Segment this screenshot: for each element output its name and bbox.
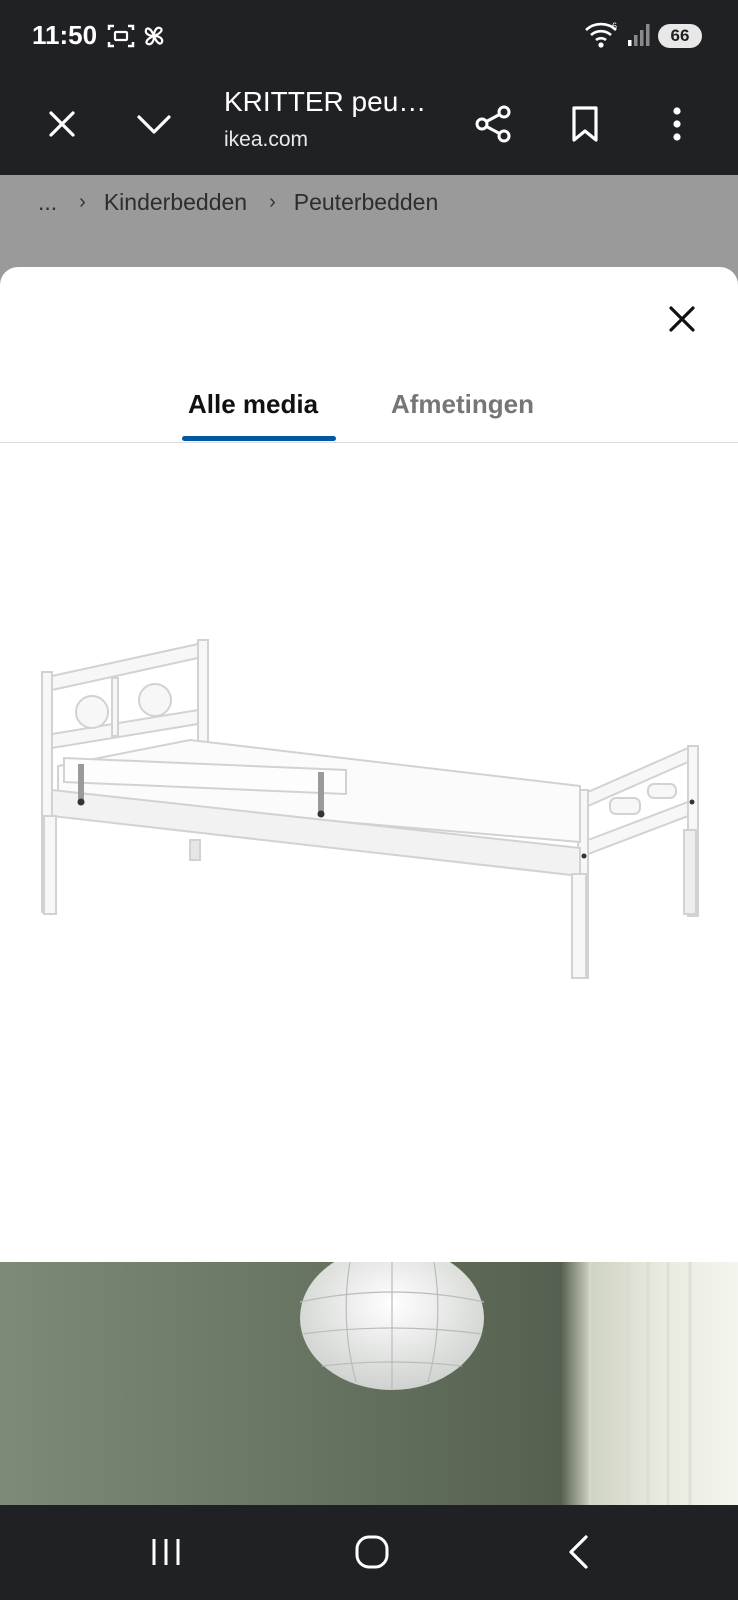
share-button[interactable]	[463, 94, 523, 154]
system-navigation-bar	[0, 1505, 738, 1600]
chevron-right-icon: ›	[79, 191, 86, 213]
breadcrumb-item-peuterbedden[interactable]: Peuterbedden	[294, 189, 439, 216]
share-icon	[475, 105, 511, 143]
recent-apps-button[interactable]	[136, 1527, 196, 1577]
close-icon	[669, 306, 695, 332]
svg-text:6: 6	[612, 21, 617, 31]
close-sheet-button[interactable]	[654, 291, 710, 347]
custom-tab-bar: KRITTER peu… ikea.com	[0, 72, 738, 175]
breadcrumb-ellipsis[interactable]: ...	[38, 189, 57, 216]
pinwheel-icon	[140, 22, 168, 55]
back-icon	[569, 1535, 588, 1569]
room-photo[interactable]	[0, 1262, 738, 1505]
back-button[interactable]	[548, 1527, 608, 1577]
battery-indicator: 66	[658, 24, 702, 48]
home-icon	[355, 1535, 389, 1569]
breadcrumb-item-kinderbedden[interactable]: Kinderbedden	[104, 189, 247, 216]
product-image[interactable]	[0, 444, 738, 1262]
bookmark-icon	[572, 106, 598, 142]
tab-afmetingen[interactable]: Afmetingen	[391, 389, 534, 420]
close-icon	[49, 111, 75, 137]
page-url: ikea.com	[224, 128, 309, 151]
recent-apps-icon	[152, 1539, 180, 1565]
media-tabs: Alle media Afmetingen	[0, 367, 738, 443]
status-bar: 11:50 6 66	[0, 0, 738, 72]
room-scene	[299, 1262, 692, 1505]
browser-header: 11:50 6 66 KRITTER peu… ikea.com	[0, 0, 738, 175]
wifi-icon: 6	[584, 20, 620, 55]
more-options-button[interactable]	[647, 94, 707, 154]
toddler-bed-illustration	[41, 639, 699, 979]
close-tab-button[interactable]	[32, 94, 92, 154]
signal-icon	[626, 22, 652, 53]
chevron-right-icon: ›	[269, 191, 276, 213]
status-time: 11:50	[32, 20, 98, 50]
breadcrumb: ... › Kinderbedden › Peuterbedden	[38, 189, 438, 216]
more-vert-icon	[673, 107, 681, 141]
page-title: KRITTER peu…	[224, 86, 427, 117]
media-sheet: Alle media Afmetingen	[0, 267, 738, 1505]
screenshot-icon	[106, 22, 136, 55]
bookmark-button[interactable]	[555, 94, 615, 154]
active-tab-indicator	[182, 436, 336, 441]
chevron-down-icon	[137, 115, 171, 134]
home-button[interactable]	[342, 1527, 402, 1577]
minimize-tab-button[interactable]	[124, 94, 184, 154]
tab-alle-media[interactable]: Alle media	[188, 389, 318, 420]
